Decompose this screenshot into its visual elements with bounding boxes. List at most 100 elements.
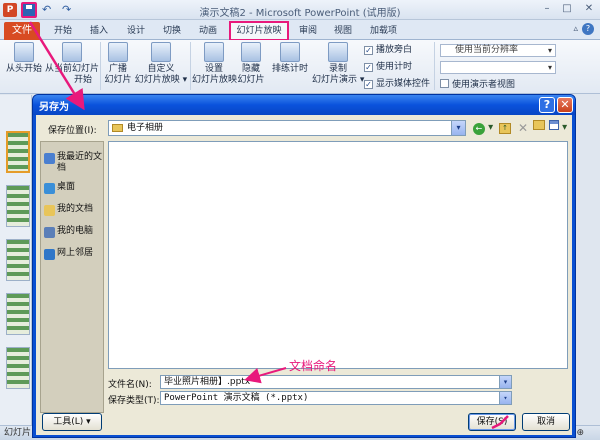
filetype-label: 保存类型(T): xyxy=(108,396,160,406)
checkbox-checked-icon: ✓ xyxy=(364,46,373,55)
checkbox-checked-icon: ✓ xyxy=(364,80,373,89)
save-as-dialog: 另存为 ? ✕ 保存位置(I): 电子相册 ▾ ← ▾ ↑ ✕ ▾ 我最近的文档… xyxy=(32,94,576,438)
save-in-value: 电子相册 xyxy=(127,123,164,133)
record-icon xyxy=(328,42,348,62)
delete-button[interactable]: ✕ xyxy=(516,120,530,136)
save-in-label: 保存位置(I): xyxy=(48,126,97,136)
views-icon xyxy=(548,120,559,130)
checkbox-icon xyxy=(440,79,449,88)
custom-show-icon xyxy=(151,42,171,62)
record-slideshow-button[interactable]: 录制 幻灯片演示 ▾ xyxy=(312,40,364,86)
folder-icon xyxy=(112,124,123,132)
slide-thumbnail[interactable] xyxy=(6,293,30,335)
checkbox-checked-icon: ✓ xyxy=(364,63,373,72)
stopwatch-icon xyxy=(280,42,300,62)
group-label-start: 开始 xyxy=(73,75,92,85)
slide-thumbnail[interactable] xyxy=(6,347,30,389)
dialog-close-button[interactable]: ✕ xyxy=(557,97,573,113)
places-bar: 我最近的文档 桌面 我的文档 我的电脑 网上邻居 xyxy=(40,141,104,413)
tools-button[interactable]: 工具(L) ▾ xyxy=(42,413,102,431)
rehearse-timings-button[interactable]: 排练计时 xyxy=(270,40,310,75)
cancel-button[interactable]: 取消 xyxy=(522,413,570,431)
filetype-select[interactable]: PowerPoint 演示文稿 (*.pptx) ▾ xyxy=(160,391,512,405)
network-places-icon xyxy=(44,249,55,260)
dialog-body: 保存位置(I): 电子相册 ▾ ← ▾ ↑ ✕ ▾ 我最近的文档 桌面 我的文档 xyxy=(36,115,572,435)
ribbon: 从头开始 从当前幻灯片 开始 广播 幻灯片 自定义 幻灯片放映 ▾ 设置 幻灯片… xyxy=(0,40,600,94)
chevron-down-icon[interactable]: ▾ xyxy=(499,392,511,404)
tab-animations[interactable]: 动画 xyxy=(199,24,217,38)
my-documents-icon xyxy=(44,205,55,216)
desktop-icon xyxy=(44,183,55,194)
broadcast-button[interactable]: 广播 幻灯片 xyxy=(102,40,134,86)
slide-thumbnail[interactable] xyxy=(6,239,30,281)
presenter-view-checkbox[interactable]: 使用演示者视图 xyxy=(440,79,515,91)
tab-insert[interactable]: 插入 xyxy=(90,24,108,38)
setup-slideshow-button[interactable]: 设置 幻灯片放映 xyxy=(192,40,237,86)
tab-file[interactable]: 文件 xyxy=(4,22,40,40)
place-desktop[interactable]: 桌面 xyxy=(43,182,103,194)
show-media-controls-checkbox[interactable]: ✓ 显示媒体控件 xyxy=(364,78,430,90)
recent-documents-icon xyxy=(44,153,55,164)
monitor-select[interactable] xyxy=(440,61,556,74)
play-narrations-checkbox[interactable]: ✓ 播放旁白 xyxy=(364,44,412,56)
help-icon[interactable]: ? xyxy=(582,23,594,35)
chevron-down-icon[interactable]: ▾ xyxy=(451,121,465,135)
custom-slideshow-button[interactable]: 自定义 幻灯片放映 ▾ xyxy=(134,40,188,86)
dialog-title: 另存为 xyxy=(39,102,69,113)
back-button[interactable]: ← ▾ xyxy=(472,120,494,136)
ribbon-divider xyxy=(190,42,191,90)
from-beginning-button[interactable]: 从头开始 xyxy=(4,40,44,75)
place-my-documents[interactable]: 我的文档 xyxy=(43,204,103,216)
up-one-level-button[interactable]: ↑ xyxy=(498,120,512,136)
new-folder-icon xyxy=(533,120,545,130)
filename-input[interactable]: 毕业照片相册】.pptx ▾ xyxy=(160,375,512,389)
from-current-slide-button[interactable]: 从当前幻灯片 开始 xyxy=(44,40,100,86)
hide-slide-button[interactable]: 隐藏 幻灯片 xyxy=(236,40,266,86)
file-list[interactable] xyxy=(108,141,568,369)
tab-addins[interactable]: 加载项 xyxy=(370,24,397,38)
dialog-title-bar: 另存为 ? ✕ xyxy=(33,95,575,115)
tab-design[interactable]: 设计 xyxy=(127,24,145,38)
tab-view[interactable]: 视图 xyxy=(334,24,352,38)
filename-value: 毕业照片相册】.pptx xyxy=(164,377,251,387)
ribbon-tab-bar: 文件 开始 插入 设计 切换 动画 幻灯片放映 审阅 视图 加载项 ▵ ? xyxy=(0,20,600,41)
window-title: 演示文稿2 - Microsoft PowerPoint (试用版) xyxy=(199,8,401,19)
ribbon-divider xyxy=(434,42,435,90)
views-menu-button[interactable]: ▾ xyxy=(548,120,568,136)
slide-thumbnail[interactable] xyxy=(6,185,30,227)
broadcast-icon xyxy=(108,42,128,62)
slide-thumbnail[interactable] xyxy=(6,131,30,173)
annotation-label: 文档命名 xyxy=(289,359,338,373)
ribbon-divider xyxy=(100,42,101,90)
minimize-button[interactable]: – xyxy=(538,2,556,16)
tab-review[interactable]: 审阅 xyxy=(299,24,317,38)
use-timings-checkbox[interactable]: ✓ 使用计时 xyxy=(364,61,412,73)
place-my-recent-documents[interactable]: 我最近的文档 xyxy=(43,152,103,174)
up-folder-icon: ↑ xyxy=(499,123,511,134)
back-arrow-icon: ← xyxy=(472,123,485,135)
resolution-select[interactable]: 使用当前分辨率 xyxy=(440,44,556,57)
projector-icon xyxy=(62,42,82,62)
place-network[interactable]: 网上邻居 xyxy=(43,248,103,260)
place-my-computer[interactable]: 我的电脑 xyxy=(43,226,103,238)
zoom-in-icon[interactable]: ⊕ xyxy=(576,426,584,440)
filename-label: 文件名(N): xyxy=(108,380,152,390)
hide-slide-icon xyxy=(241,42,261,62)
new-folder-button[interactable] xyxy=(532,120,546,136)
projector-icon xyxy=(14,42,34,62)
setup-icon xyxy=(204,42,224,62)
save-in-select[interactable]: 电子相册 ▾ xyxy=(108,120,466,136)
slide-thumbnails-panel: 11 12 13 14 15 xyxy=(0,95,32,425)
close-window-button[interactable]: ✕ xyxy=(580,2,598,16)
ribbon-collapse-icon[interactable]: ▵ xyxy=(573,24,578,34)
tab-slideshow[interactable]: 幻灯片放映 xyxy=(229,21,289,41)
tab-home[interactable]: 开始 xyxy=(54,24,72,38)
chevron-down-icon[interactable]: ▾ xyxy=(499,376,511,388)
status-slide-label: 幻灯片 xyxy=(4,428,32,438)
save-button[interactable]: 保存(S) xyxy=(468,413,516,431)
dialog-help-button[interactable]: ? xyxy=(539,97,555,113)
tab-transitions[interactable]: 切换 xyxy=(163,24,181,38)
my-computer-icon xyxy=(44,227,55,238)
maximize-button[interactable]: □ xyxy=(558,2,576,16)
title-bar: P ↶ ↷ 演示文稿2 - Microsoft PowerPoint (试用版)… xyxy=(0,0,600,20)
